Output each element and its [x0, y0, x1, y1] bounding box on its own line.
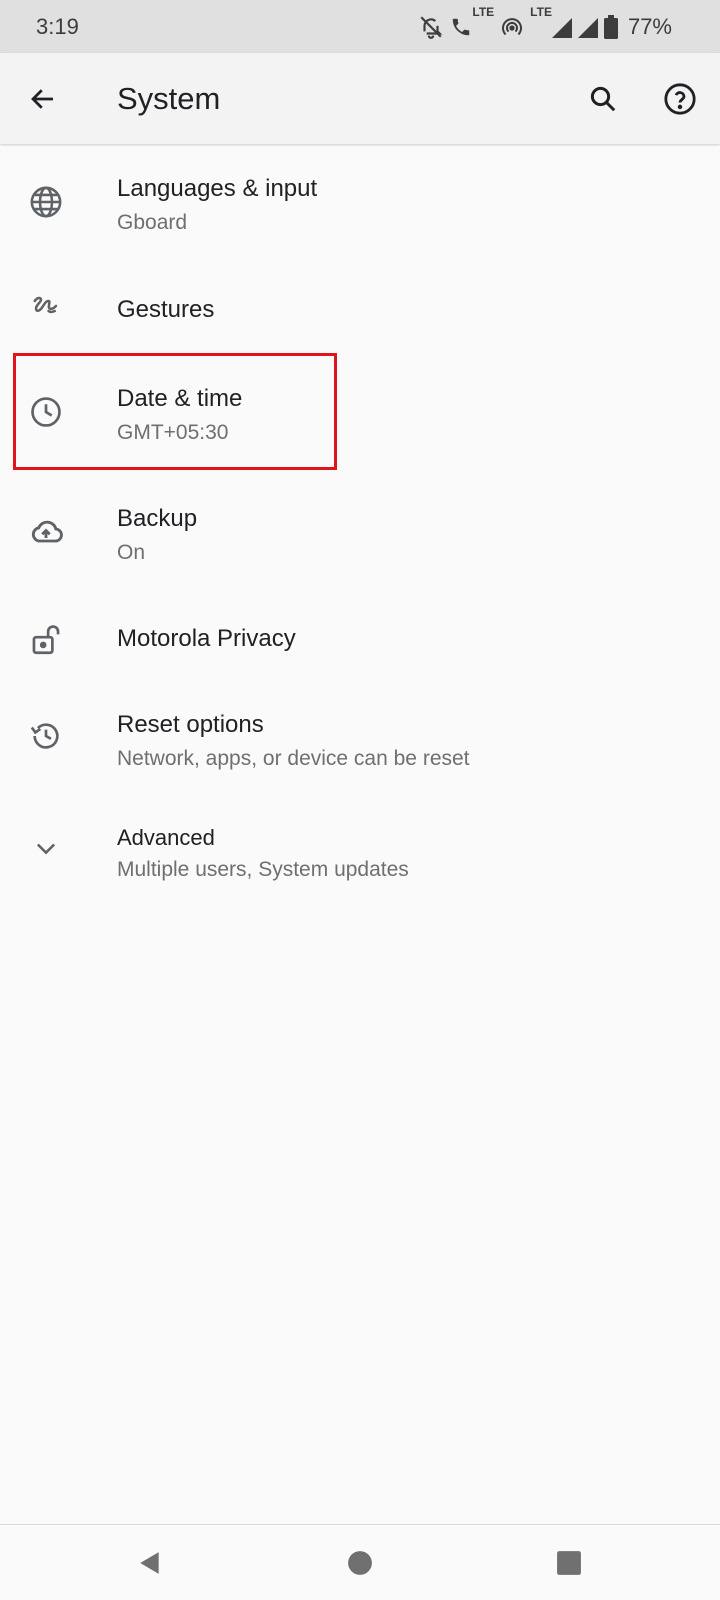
nav-home-button[interactable]: [332, 1535, 388, 1591]
do-not-disturb-bell-icon: [420, 16, 443, 39]
highlight-box: [13, 353, 337, 470]
setting-backup[interactable]: Backup On: [0, 490, 720, 575]
item-subtitle: On: [117, 541, 146, 564]
item-title: Motorola Privacy: [117, 625, 296, 652]
setting-motorola-privacy[interactable]: Motorola Privacy: [0, 598, 720, 683]
app-bar: System: [0, 53, 720, 144]
status-time: 3:19: [36, 14, 79, 39]
setting-reset-options[interactable]: Reset options Network, apps, or device c…: [0, 694, 720, 779]
unlocked-padlock-icon: [26, 620, 66, 660]
signal-strength-icon: [577, 18, 598, 38]
mobile-signal-icon: LTE: [530, 6, 572, 38]
nav-recents-button[interactable]: [541, 1535, 597, 1591]
hotspot-icon: [502, 18, 523, 36]
search-button[interactable]: [578, 74, 628, 124]
battery-percent: 77%: [627, 14, 672, 39]
item-subtitle: Gboard: [117, 211, 188, 234]
network-label: LTE: [530, 5, 552, 19]
status-bar: 3:19 LTE LTE 77%: [0, 0, 720, 53]
setting-advanced[interactable]: Advanced Multiple users, System updates: [0, 811, 720, 896]
cloud-upload-icon: [26, 512, 66, 552]
gestures-icon: [26, 286, 66, 326]
square-recents-icon: [557, 1551, 581, 1575]
arrow-back-icon: [31, 89, 53, 109]
history-icon: [26, 716, 66, 756]
item-title: Gestures: [117, 296, 215, 323]
search-icon: [590, 86, 616, 112]
status-icons: LTE LTE 77%: [418, 6, 672, 42]
chevron-down-icon: [26, 828, 66, 868]
item-title: Advanced: [117, 825, 215, 850]
item-title: Reset options: [117, 711, 264, 738]
help-button[interactable]: [655, 74, 705, 124]
navigation-bar: [0, 1525, 720, 1600]
nav-back-button[interactable]: [122, 1535, 178, 1591]
setting-gestures[interactable]: Gestures: [0, 264, 720, 349]
circle-home-icon: [348, 1551, 372, 1575]
item-subtitle: Network, apps, or device can be reset: [117, 747, 470, 770]
triangle-back-icon: [140, 1552, 159, 1574]
help-icon: [664, 83, 696, 115]
item-title: Languages & input: [117, 175, 318, 202]
lte-label: LTE: [472, 5, 495, 19]
page-title: System: [117, 81, 221, 116]
item-subtitle: Multiple users, System updates: [117, 858, 409, 881]
volte-call-icon: LTE: [450, 6, 494, 38]
setting-languages-input[interactable]: Languages & input Gboard: [0, 160, 720, 245]
globe-icon: [26, 182, 66, 222]
item-title: Backup: [117, 505, 198, 532]
battery-icon: [603, 15, 618, 39]
back-button[interactable]: [18, 74, 68, 124]
